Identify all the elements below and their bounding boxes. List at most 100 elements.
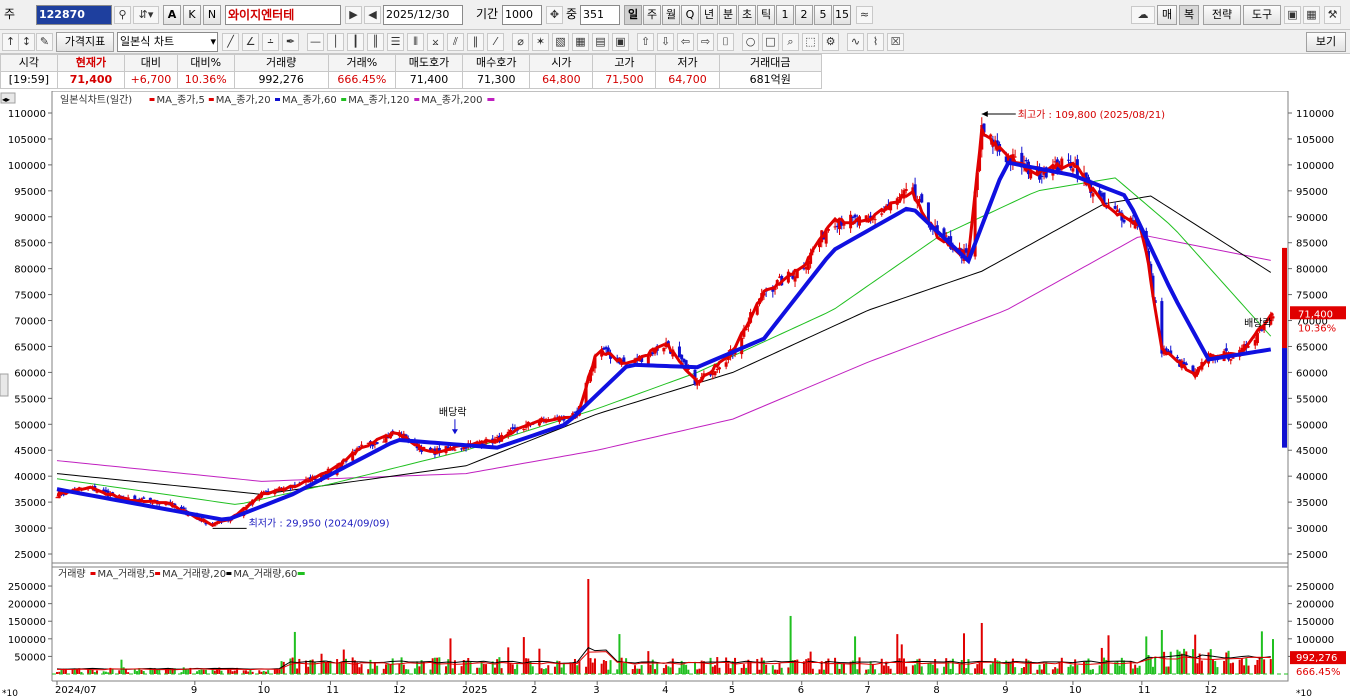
volume-bar [914, 664, 917, 674]
zigzag-icon[interactable]: ⌇ [867, 33, 884, 51]
interval-7-button[interactable]: 초 [738, 5, 756, 25]
stock-chart[interactable]: ◂▸110000 110000105000 105000100000 10000095… [0, 91, 1350, 700]
select-icon[interactable]: ⬚ [802, 33, 819, 51]
candle-body [1091, 193, 1095, 197]
volume-bar [204, 669, 207, 674]
fan-tool-icon[interactable]: ⨩ [262, 33, 279, 51]
interval-10-button[interactable]: 2 [795, 5, 813, 25]
vline-tool-icon[interactable]: │ [327, 33, 344, 51]
price-tick-label-left: 55000 [14, 394, 46, 405]
gann-tool-icon[interactable]: ⨲ [427, 33, 444, 51]
volume-bar [553, 666, 556, 674]
image-icon[interactable]: ▣ [612, 33, 629, 51]
interval-8-button[interactable]: 틱 [757, 5, 775, 25]
interval-1-button[interactable]: 일 [624, 5, 642, 25]
volume-bar [140, 669, 143, 674]
search-icon[interactable]: ⚲ [114, 6, 131, 24]
line-tool-icon[interactable]: ╱ [222, 33, 239, 51]
save-icon[interactable]: ▦ [1303, 6, 1320, 24]
edit-icon[interactable]: ✎ [36, 33, 53, 51]
chart-type-select[interactable]: 일본식 차트 ▾ [117, 32, 218, 52]
interval-3-button[interactable]: 월 [662, 5, 680, 25]
wave-icon[interactable]: ≈ [856, 6, 873, 24]
stock-name-field[interactable]: 와이지엔터테 [225, 5, 341, 25]
volume-bar [1076, 665, 1079, 674]
collapse-arrows-icon: ◂▸ [2, 95, 10, 104]
price-tick-label-left: 35000 [14, 498, 46, 509]
parallel-tool-icon[interactable]: ∥ [467, 33, 484, 51]
crosshair-icon[interactable]: ✥ [546, 6, 563, 24]
volume-bar [1149, 658, 1152, 674]
volume-bar [1043, 663, 1046, 674]
updown-icon[interactable]: ↕ [18, 33, 35, 51]
zoom-icon[interactable]: ⌕ [782, 33, 799, 51]
grid-tool-icon[interactable]: ┃ [347, 33, 364, 51]
x-tick-label: 8 [933, 685, 939, 696]
volume-bar [756, 658, 759, 674]
candle-body [1066, 159, 1070, 161]
interval-12-button[interactable]: 15 [833, 5, 851, 25]
interval-11-button[interactable]: 5 [814, 5, 832, 25]
period-input[interactable]: 1000 [502, 5, 542, 25]
mae-button[interactable]: 매 [1157, 5, 1177, 25]
arrow-down-icon[interactable]: ⇩ [657, 33, 674, 51]
circle-icon[interactable]: ○ [742, 33, 759, 51]
eraser-icon[interactable]: ⌀ [512, 33, 529, 51]
arrow-left-icon[interactable]: ⇦ [677, 33, 694, 51]
x-tick-label: 11 [326, 685, 339, 696]
a-button[interactable]: A [163, 5, 181, 25]
rect-icon[interactable]: □ [762, 33, 779, 51]
cloud-icon[interactable]: ☁ [1131, 6, 1155, 24]
volume-bar [709, 657, 712, 674]
paint-icon[interactable]: ▦ [572, 33, 589, 51]
candle-body [1229, 359, 1233, 361]
fibo-tool-icon[interactable]: ☰ [387, 33, 404, 51]
volume-bar [571, 662, 574, 674]
interval-5-button[interactable]: 년 [700, 5, 718, 25]
angle-tool-icon[interactable]: ∠ [242, 33, 259, 51]
strategy-button[interactable]: 전략 [1203, 5, 1241, 25]
fibo-time-icon[interactable]: ⫴ [407, 33, 424, 51]
date-input[interactable]: 2025/12/30 [383, 5, 463, 25]
settings-icon[interactable]: ⚙ [822, 33, 839, 51]
color-icon[interactable]: ▧ [552, 33, 569, 51]
volume-bar [91, 669, 94, 674]
volume-bar [267, 670, 270, 674]
delete-icon[interactable]: ☒ [887, 33, 904, 51]
magic-icon[interactable]: ✶ [532, 33, 549, 51]
pen-tool-icon[interactable]: ✒ [282, 33, 299, 51]
cycle-tool-icon[interactable]: ║ [367, 33, 384, 51]
interval-2-button[interactable]: 주 [643, 5, 661, 25]
arrow-right-icon[interactable]: ⇨ [697, 33, 714, 51]
prev-arrow-icon[interactable]: ◀ [364, 6, 381, 24]
sort-dropdown-icon[interactable]: ⇵▾ [133, 6, 159, 24]
tools-button[interactable]: 도구 [1243, 5, 1281, 25]
next-arrow-icon[interactable]: ▶ [345, 6, 362, 24]
interval-9-button[interactable]: 1 [776, 5, 794, 25]
wrench-icon[interactable]: ⚒ [1324, 6, 1341, 24]
volume-bar [304, 660, 307, 674]
hline-tool-icon[interactable]: — [307, 33, 324, 51]
arrow-up-icon[interactable]: ⇧ [637, 33, 654, 51]
ray-tool-icon[interactable]: ⁄ [487, 33, 504, 51]
volume-bar [622, 662, 625, 674]
text-icon[interactable]: ⌷ [717, 33, 734, 51]
folder-icon[interactable]: ▣ [1284, 6, 1301, 24]
wave-tool-icon[interactable]: ∿ [847, 33, 864, 51]
price-tick-label-right: 90000 [1296, 213, 1328, 224]
view-button[interactable]: 보기 [1306, 32, 1346, 52]
quote-value-8: 71,300 [462, 71, 531, 89]
price-tick-label-left: 40000 [14, 472, 46, 483]
interval-4-button[interactable]: Q [681, 5, 699, 25]
indicator-button[interactable]: 가격지표 [56, 32, 114, 52]
stock-code-input[interactable]: 122870 [36, 5, 112, 25]
k-button[interactable]: K [183, 5, 201, 25]
n-button[interactable]: N [203, 5, 221, 25]
bok-button[interactable]: 복 [1179, 5, 1199, 25]
count-input[interactable]: 351 [580, 5, 620, 25]
up-icon[interactable]: ↑ [2, 33, 19, 51]
note-icon[interactable]: ▤ [592, 33, 609, 51]
channel-tool-icon[interactable]: ⫽ [447, 33, 464, 51]
interval-6-button[interactable]: 분 [719, 5, 737, 25]
volume-bar [678, 667, 681, 674]
